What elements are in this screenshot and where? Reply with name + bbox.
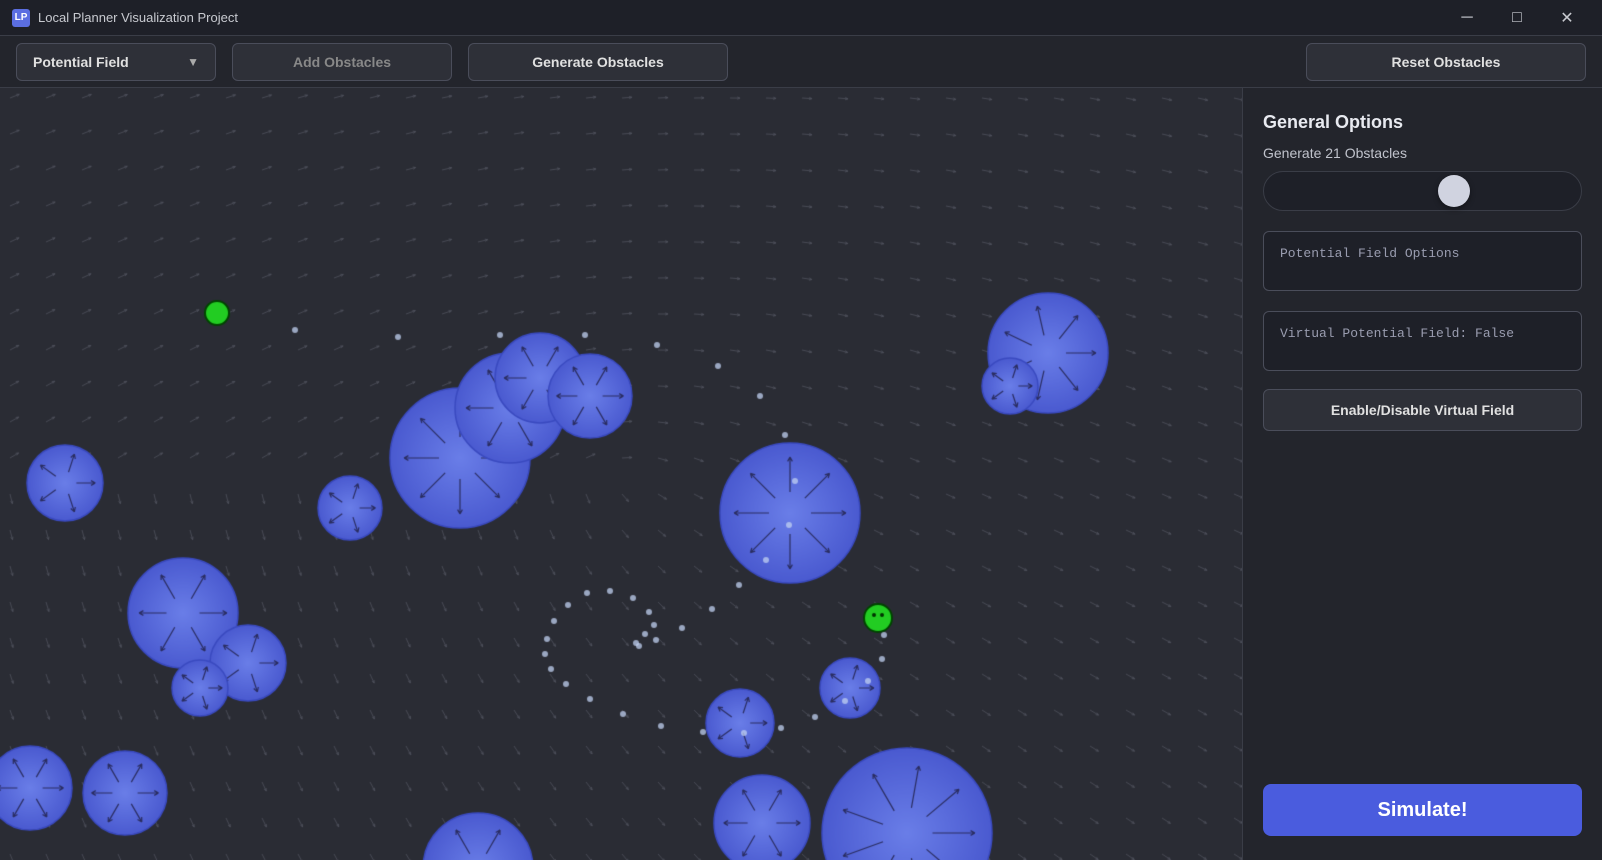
minimize-button[interactable]: ─ <box>1444 2 1490 34</box>
pf-options-section: Potential Field Options <box>1263 231 1582 291</box>
toolbar: Potential Field ▼ Add Obstacles Generate… <box>0 36 1602 88</box>
titlebar: LP Local Planner Visualization Project ─… <box>0 0 1602 36</box>
simulate-button[interactable]: Simulate! <box>1263 784 1582 836</box>
algorithm-dropdown-label: Potential Field <box>33 54 129 70</box>
general-options-section: General Options Generate 21 Obstacles <box>1263 112 1582 211</box>
vpf-section: Virtual Potential Field: False Enable/Di… <box>1263 311 1582 431</box>
titlebar-left: LP Local Planner Visualization Project <box>12 9 238 27</box>
main-layout: General Options Generate 21 Obstacles Po… <box>0 88 1602 860</box>
maximize-button[interactable]: □ <box>1494 2 1540 34</box>
app-logo: LP <box>12 9 30 27</box>
right-panel: General Options Generate 21 Obstacles Po… <box>1242 88 1602 860</box>
canvas-area[interactable] <box>0 88 1242 860</box>
toggle-knob <box>1438 175 1470 207</box>
enable-disable-virtual-field-button[interactable]: Enable/Disable Virtual Field <box>1263 389 1582 431</box>
algorithm-dropdown[interactable]: Potential Field ▼ <box>16 43 216 81</box>
pf-options-textbox: Potential Field Options <box>1263 231 1582 291</box>
add-obstacles-button[interactable]: Add Obstacles <box>232 43 452 81</box>
generate-obstacles-toggle[interactable] <box>1263 171 1582 211</box>
generate-obstacles-button[interactable]: Generate Obstacles <box>468 43 728 81</box>
reset-obstacles-button[interactable]: Reset Obstacles <box>1306 43 1586 81</box>
app-title: Local Planner Visualization Project <box>38 10 238 25</box>
general-options-title: General Options <box>1263 112 1582 133</box>
visualization-canvas[interactable] <box>0 88 1242 860</box>
titlebar-controls: ─ □ ✕ <box>1444 2 1590 34</box>
chevron-down-icon: ▼ <box>187 55 199 69</box>
close-button[interactable]: ✕ <box>1544 2 1590 34</box>
generate-obstacles-count-label: Generate 21 Obstacles <box>1263 145 1582 161</box>
vpf-status-textbox: Virtual Potential Field: False <box>1263 311 1582 371</box>
